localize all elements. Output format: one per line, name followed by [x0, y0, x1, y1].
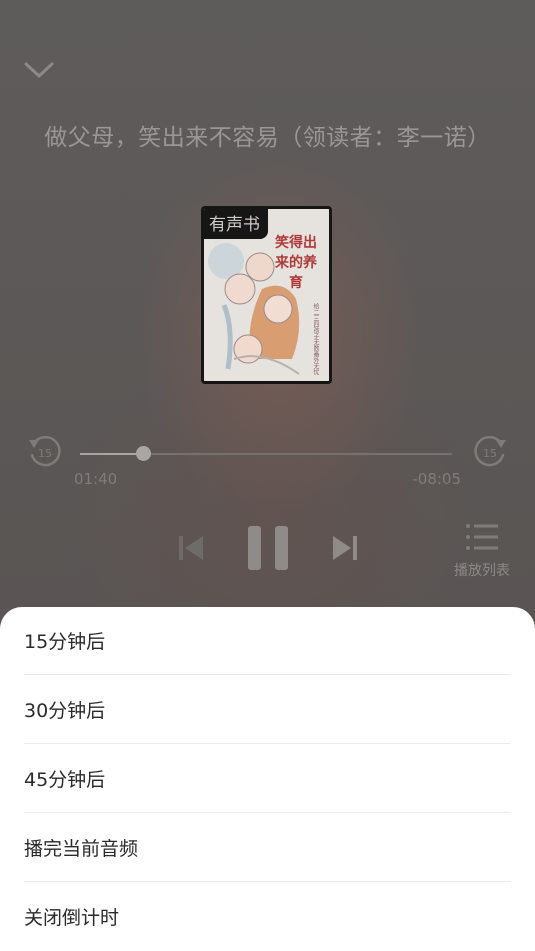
cover-book-title: 笑得出来的养育: [275, 235, 317, 291]
previous-button[interactable]: [176, 533, 206, 563]
playlist-button[interactable]: 播放列表: [450, 518, 520, 580]
timer-option-end-of-audio[interactable]: 播完当前音频: [24, 814, 511, 882]
timer-option-15min[interactable]: 15分钟后: [24, 607, 511, 675]
skip-next-icon: [333, 536, 357, 560]
timer-option-off[interactable]: 关闭倒计时: [24, 883, 511, 951]
skip-previous-icon: [179, 536, 203, 560]
progress-fill: [80, 453, 143, 455]
elapsed-time: 01:40: [74, 470, 118, 488]
next-button[interactable]: [330, 533, 360, 563]
cover-subtitle: 给二三四孩子无数番外无忧: [312, 303, 319, 375]
book-cover: 有声书 笑得出来的养育 给二三四孩子无数番外无忧: [201, 206, 332, 384]
audio-title: 做父母，笑出来不容易（领读者：李一诺）: [44, 125, 491, 151]
rewind-15-icon: 15: [29, 435, 61, 467]
progress-knob[interactable]: [136, 446, 151, 461]
pause-button[interactable]: [246, 524, 290, 572]
timer-option-30min[interactable]: 30分钟后: [24, 676, 511, 744]
skip-forward-15-button[interactable]: 15: [471, 433, 509, 471]
pause-icon: [248, 526, 288, 570]
timer-option-label: 15分钟后: [24, 631, 106, 653]
timer-option-label: 45分钟后: [24, 769, 106, 791]
sleep-timer-sheet: 15分钟后 30分钟后 45分钟后 播完当前音频 关闭倒计时: [0, 607, 535, 951]
collapse-button[interactable]: [22, 56, 56, 84]
timer-option-label: 播完当前音频: [24, 838, 139, 860]
playlist-label: 播放列表: [454, 563, 510, 579]
remaining-time: -08:05: [412, 470, 461, 488]
audiobook-badge: 有声书: [204, 209, 268, 239]
playlist-icon: [466, 524, 498, 550]
skip-forward-seconds: 15: [483, 447, 497, 460]
chevron-down-icon: [24, 62, 54, 78]
skip-back-seconds: 15: [38, 447, 52, 460]
timer-option-45min[interactable]: 45分钟后: [24, 745, 511, 813]
timer-option-label: 关闭倒计时: [24, 907, 120, 929]
timer-option-label: 30分钟后: [24, 700, 106, 722]
skip-back-15-button[interactable]: 15: [26, 433, 64, 471]
forward-15-icon: 15: [474, 435, 506, 467]
